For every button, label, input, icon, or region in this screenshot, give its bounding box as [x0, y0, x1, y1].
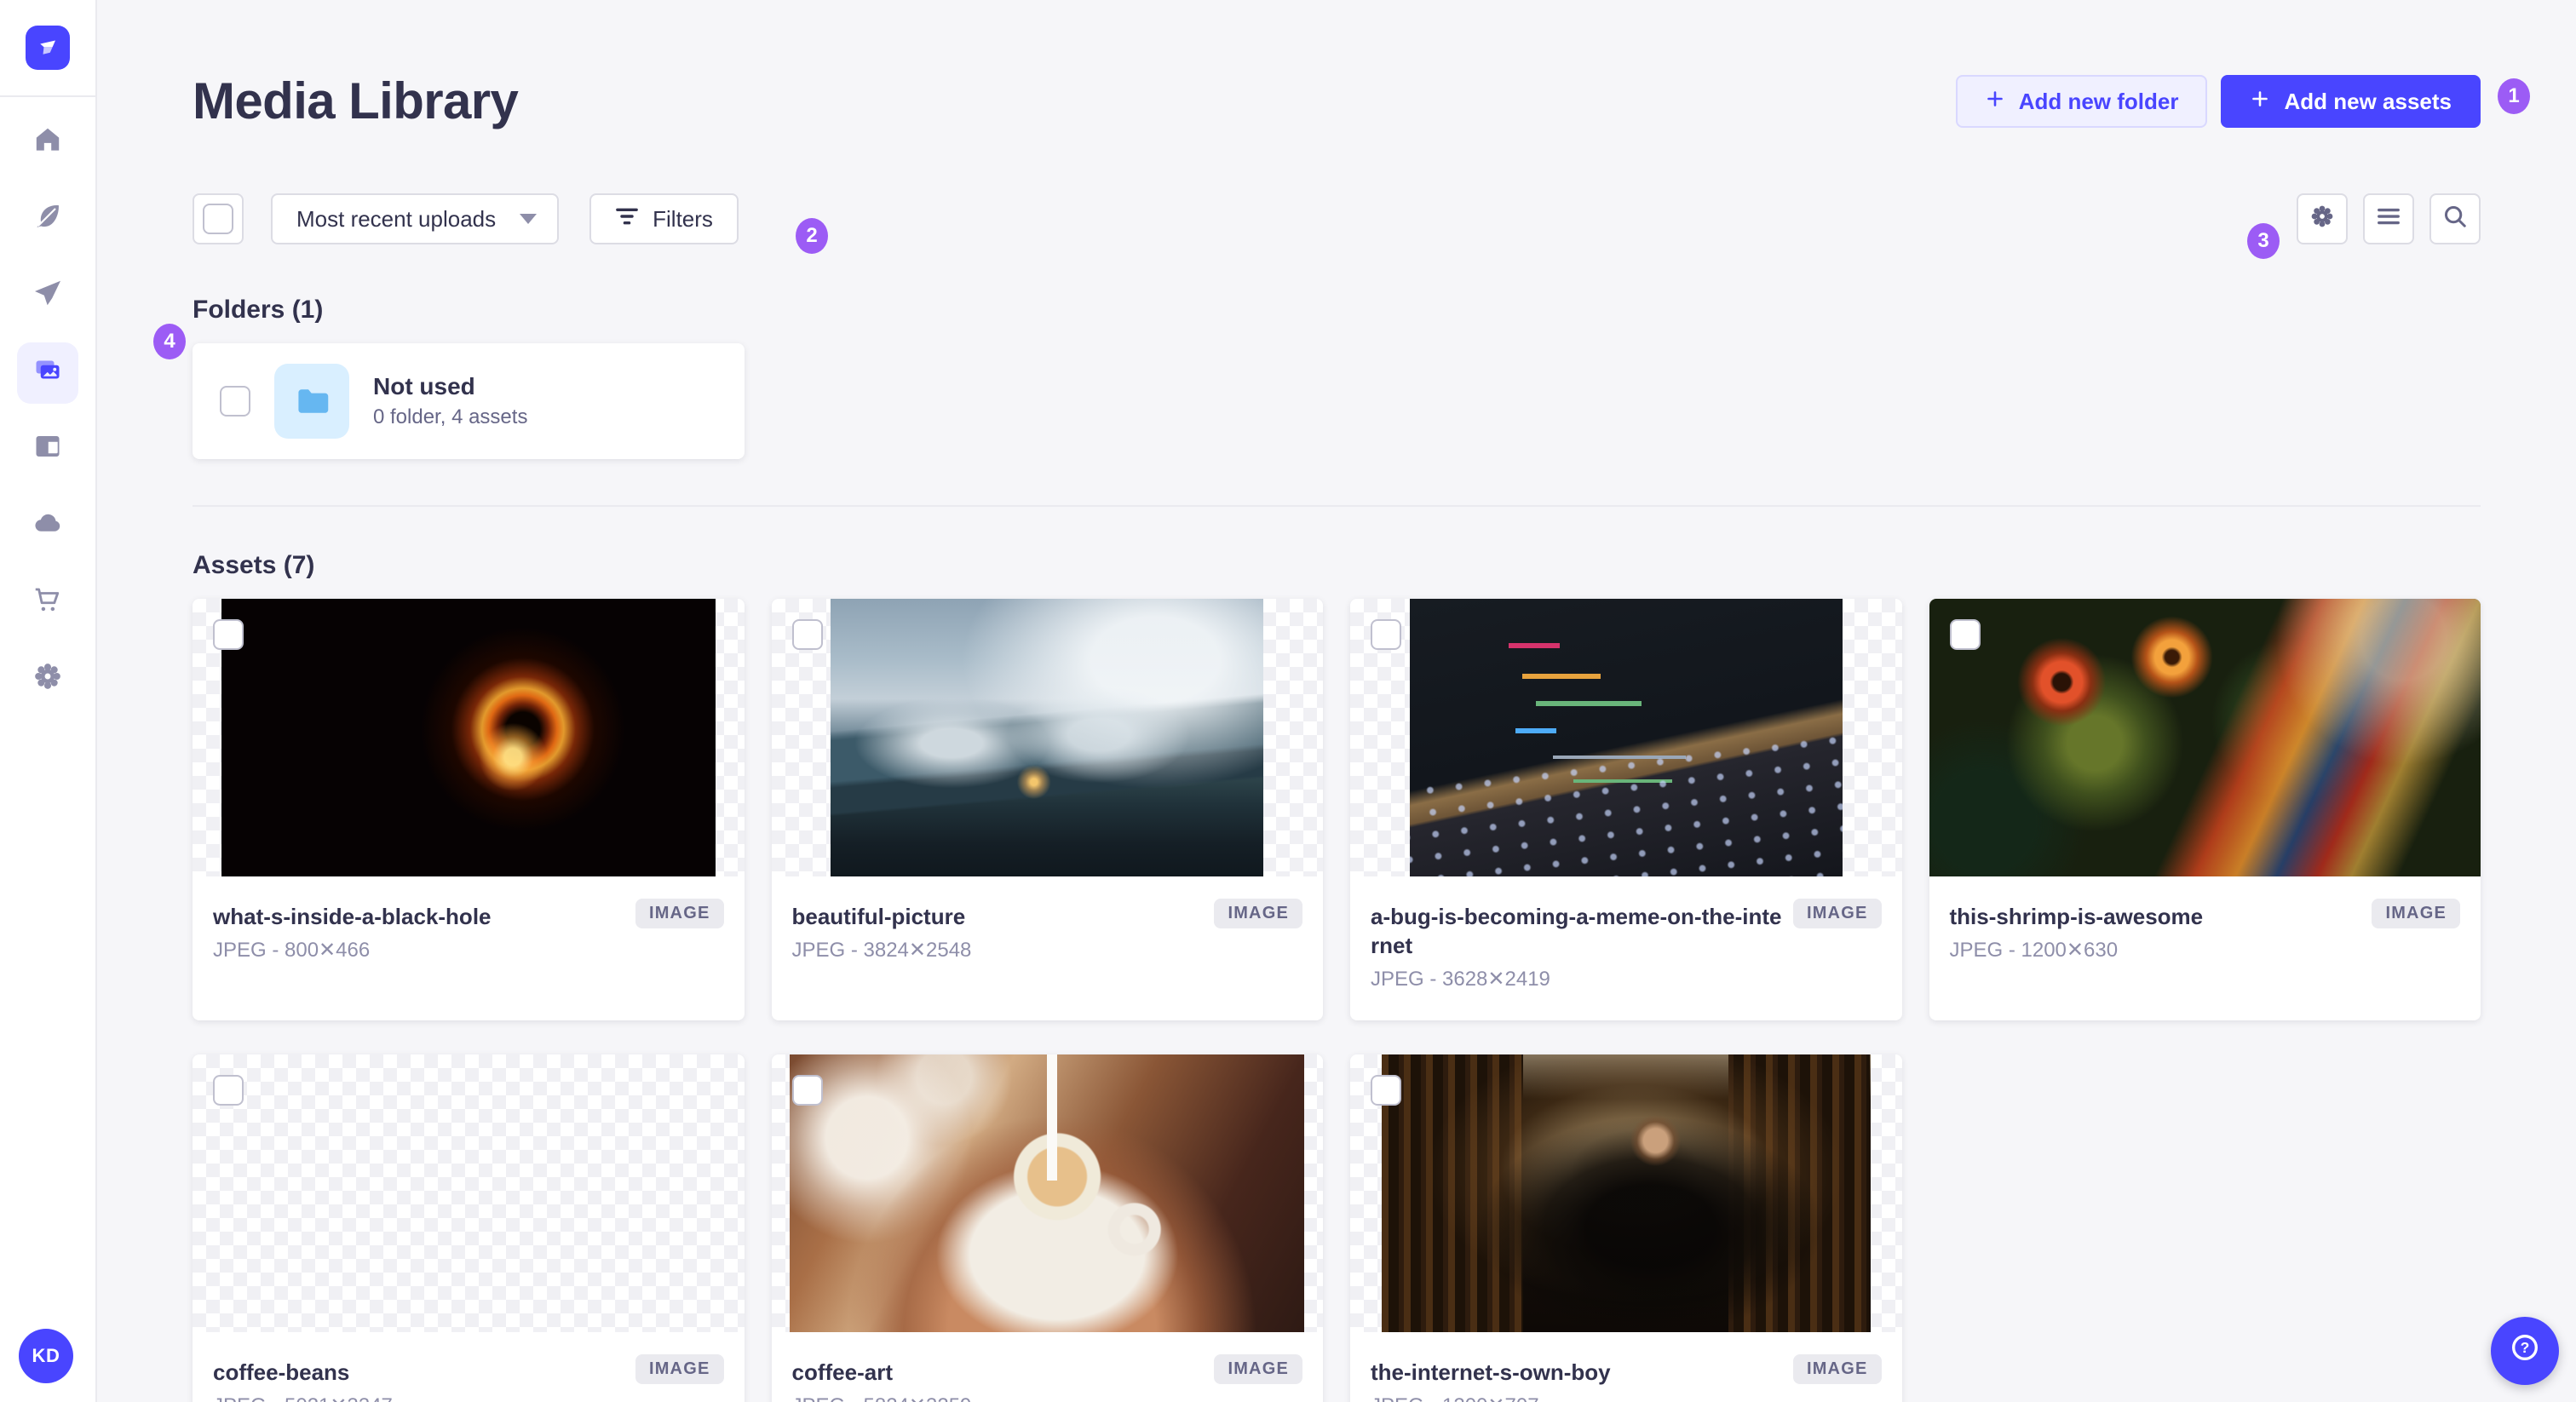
sidebar-nav — [0, 112, 95, 710]
filters-button[interactable]: Filters — [589, 193, 739, 244]
chevron-down-icon — [520, 214, 538, 224]
search-icon — [2442, 204, 2468, 235]
sidebar-item-gear[interactable] — [17, 649, 78, 710]
media-library-app: KD Media Library Add new folder Add new … — [0, 0, 2576, 1402]
asset-type-badge: IMAGE — [1792, 899, 1882, 928]
asset-thumbnail-beans — [193, 1054, 745, 1332]
asset-thumbnail-latte — [771, 1054, 1323, 1332]
annotation-marker-4: 4 — [153, 324, 186, 359]
settings-button[interactable] — [2297, 193, 2348, 244]
asset-card[interactable]: a-bug-is-becoming-a-meme-on-the-internet… — [1350, 599, 1902, 1020]
annotation-marker-3: 3 — [2247, 223, 2280, 259]
section-divider — [193, 505, 2481, 507]
annotation-marker-2: 2 — [796, 218, 828, 254]
folder-meta: 0 folder, 4 assets — [373, 405, 528, 428]
asset-meta: JPEG - 800✕466 — [213, 939, 371, 962]
select-all-checkbox[interactable] — [193, 193, 244, 244]
feather-icon — [32, 201, 63, 238]
logo-area — [0, 0, 95, 97]
sidebar-item-feather[interactable] — [17, 189, 78, 250]
paper-plane-icon — [32, 278, 63, 315]
checkbox[interactable] — [1949, 619, 1981, 650]
checkbox[interactable] — [220, 386, 250, 417]
asset-card[interactable]: coffee-artJPEG - 5824✕3259IMAGE — [771, 1054, 1323, 1402]
cloud-icon — [32, 508, 63, 545]
gear-icon — [2309, 204, 2335, 235]
asset-thumbnail-code — [1350, 599, 1902, 876]
sidebar: KD — [0, 0, 97, 1402]
asset-thumbnail-library — [1350, 1054, 1902, 1332]
sidebar-item-media-library[interactable] — [17, 342, 78, 404]
question-mark-icon: ? — [2508, 1330, 2542, 1371]
asset-meta: JPEG - 1200✕707 — [1371, 1393, 1882, 1402]
sidebar-item-home[interactable] — [17, 112, 78, 174]
svg-text:?: ? — [2521, 1339, 2530, 1356]
checkbox[interactable] — [1371, 1075, 1401, 1106]
asset-meta: JPEG - 5824✕3259 — [792, 1393, 1303, 1402]
folder-icon — [274, 364, 349, 439]
assets-heading: Assets (7) — [193, 551, 315, 579]
sidebar-item-cart[interactable] — [17, 572, 78, 634]
asset-thumbnail-blackhole — [193, 599, 745, 876]
content-manager-icon — [32, 431, 63, 468]
asset-meta: JPEG - 5021✕3347 — [213, 1393, 724, 1402]
checkbox[interactable] — [203, 204, 233, 234]
sort-dropdown[interactable]: Most recent uploads — [271, 193, 560, 244]
list-icon — [2376, 204, 2401, 235]
avatar[interactable]: KD — [19, 1329, 73, 1383]
plus-icon — [2250, 89, 2270, 115]
asset-card[interactable]: the-internet-s-own-boyJPEG - 1200✕707IMA… — [1350, 1054, 1902, 1402]
help-button[interactable]: ? — [2491, 1317, 2559, 1385]
strapi-logo-icon[interactable] — [26, 26, 70, 70]
asset-card[interactable]: coffee-beansJPEG - 5021✕3347IMAGE — [193, 1054, 745, 1402]
search-button[interactable] — [2429, 193, 2481, 244]
asset-meta: JPEG - 1200✕630 — [1949, 939, 2119, 962]
folders-heading: Folders (1) — [193, 296, 324, 324]
add-new-assets-button[interactable]: Add new assets — [2221, 75, 2481, 128]
checkbox[interactable] — [213, 619, 244, 650]
checkbox[interactable] — [791, 1075, 823, 1106]
asset-type-badge: IMAGE — [635, 1354, 724, 1384]
sidebar-item-cloud[interactable] — [17, 496, 78, 557]
asset-type-badge: IMAGE — [1792, 1354, 1882, 1384]
asset-card[interactable]: beautiful-picture JPEG - 3824✕2548 IMAGE — [771, 599, 1323, 1020]
asset-thumbnail-shrimp — [1929, 599, 2481, 876]
add-new-folder-button[interactable]: Add new folder — [1955, 75, 2208, 128]
sidebar-item-paper-plane[interactable] — [17, 266, 78, 327]
asset-card[interactable]: what-s-inside-a-black-hole JPEG - 800✕466… — [193, 599, 745, 1020]
plus-icon — [1985, 89, 2005, 115]
checkbox[interactable] — [213, 1075, 244, 1106]
asset-type-badge: IMAGE — [1214, 899, 1302, 928]
folders-list: Not used 0 folder, 4 assets — [193, 343, 2481, 459]
sidebar-item-content-manager[interactable] — [17, 419, 78, 480]
asset-thumbnail-mountains — [771, 599, 1323, 876]
main-content: Media Library Add new folder Add new ass… — [97, 0, 2576, 1402]
list-view-button[interactable] — [2363, 193, 2414, 244]
asset-meta: JPEG - 3824✕2548 — [791, 939, 972, 962]
page-title: Media Library — [193, 72, 519, 129]
asset-meta: JPEG - 3628✕2419 — [1371, 968, 1550, 991]
folder-card[interactable]: Not used 0 folder, 4 assets — [193, 343, 745, 459]
checkbox[interactable] — [791, 619, 823, 650]
gear-icon — [32, 661, 63, 698]
cart-icon — [32, 584, 63, 622]
asset-type-badge: IMAGE — [1214, 1354, 1302, 1384]
asset-type-badge: IMAGE — [2372, 899, 2460, 928]
sort-value: Most recent uploads — [296, 205, 497, 232]
folder-name: Not used — [373, 373, 475, 399]
annotation-marker-1: 1 — [2498, 78, 2530, 114]
toolbar: Most recent uploads Filters — [193, 193, 2481, 244]
assets-grid: what-s-inside-a-black-hole JPEG - 800✕466… — [193, 599, 2481, 1402]
home-icon — [32, 124, 63, 162]
asset-card[interactable]: this-shrimp-is-awesome JPEG - 1200✕630 IMA… — [1929, 599, 2481, 1020]
asset-type-badge: IMAGE — [635, 899, 724, 928]
media-library-icon — [32, 354, 63, 392]
checkbox[interactable] — [1371, 619, 1401, 650]
filter-icon — [615, 206, 639, 233]
